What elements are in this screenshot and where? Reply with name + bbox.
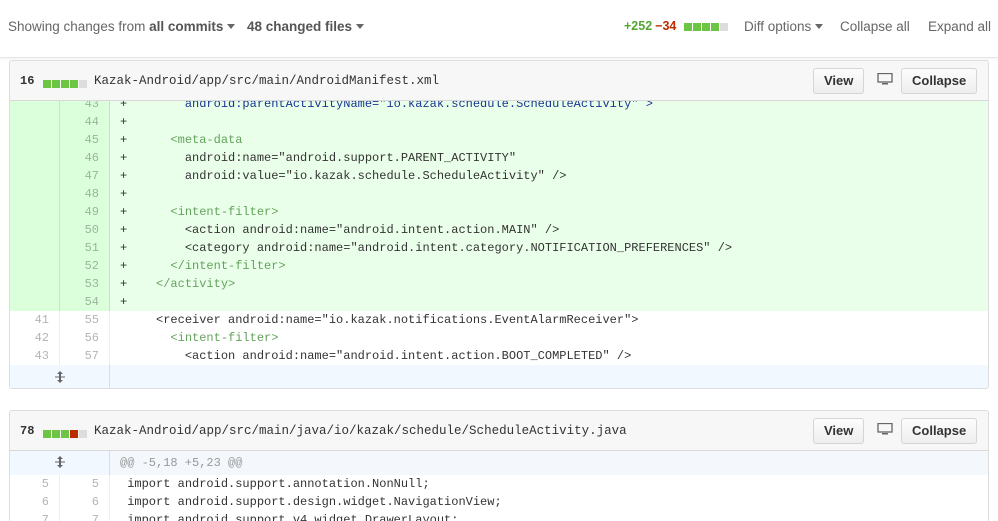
- file-diffstat-blocks: [43, 76, 88, 91]
- collapse-file-button[interactable]: Collapse: [901, 68, 978, 94]
- file-diffstat-blocks: [43, 426, 88, 441]
- diff-line: 66 import android.support.design.widget.…: [10, 493, 988, 511]
- changed-files-select[interactable]: 48 changed files: [247, 19, 365, 34]
- changed-files-label: 48 changed files: [247, 19, 353, 34]
- diff-line: 43 57 <action android:name="android.inten…: [10, 347, 988, 365]
- diff-line: 45 + <meta-data: [10, 131, 988, 149]
- diff-toolbar: Showing changes from all commits 48 chan…: [0, 0, 998, 58]
- file-header: 78 Kazak-Android/app/src/main/java/io/ka…: [10, 411, 988, 451]
- diff-line: 52 + </intent-filter>: [10, 257, 988, 275]
- diff-line: 44 +: [10, 113, 988, 131]
- additions-count: +252: [624, 19, 653, 33]
- hunk-header-row: @@ -5,18 +5,23 @@: [10, 451, 988, 475]
- expand-arrows-icon[interactable]: [10, 365, 110, 388]
- diff-line: 51 + <category android:name="android.inte…: [10, 239, 988, 257]
- collapse-file-button[interactable]: Collapse: [901, 418, 978, 444]
- commit-range-prefix: Showing changes from: [8, 19, 150, 34]
- deletions-count: −34: [655, 19, 677, 33]
- monitor-icon[interactable]: [877, 73, 893, 85]
- file-changes-count: 16: [20, 74, 35, 88]
- caret-down-icon: [227, 24, 236, 29]
- view-file-button[interactable]: View: [813, 68, 865, 94]
- file-header: 16 Kazak-Android/app/src/main/AndroidMan…: [10, 61, 988, 101]
- hunk-header: @@ -5,18 +5,23 @@: [110, 451, 988, 475]
- expand-context-row: [10, 365, 988, 388]
- file-path: Kazak-Android/app/src/main/java/io/kazak…: [94, 424, 627, 438]
- diff-stat: +252 −34: [624, 19, 729, 34]
- diff-line: 42 56 <intent-filter>: [10, 329, 988, 347]
- diff-line: 77 import android.support.v4.widget.Draw…: [10, 511, 988, 521]
- diff-line: 55 import android.support.annotation.Non…: [10, 475, 988, 493]
- diff-line: 47 + android:value="io.kazak.schedule.Sch…: [10, 167, 988, 185]
- diff-options-label: Diff options: [744, 19, 812, 34]
- caret-down-icon: [815, 24, 824, 29]
- diff-line: 49 + <intent-filter>: [10, 203, 988, 221]
- diff-table: 43 + android:parentActivityName="io.kazak…: [10, 95, 988, 388]
- view-file-button[interactable]: View: [813, 418, 865, 444]
- monitor-icon[interactable]: [877, 423, 893, 435]
- commit-range-value: all commits: [149, 19, 224, 34]
- commit-range-select[interactable]: Showing changes from all commits: [8, 19, 236, 34]
- file-diff-schedule-activity: 78 Kazak-Android/app/src/main/java/io/ka…: [9, 410, 989, 521]
- file-diff-manifest: 16 Kazak-Android/app/src/main/AndroidMan…: [9, 60, 989, 389]
- diff-line: 54 +: [10, 293, 988, 311]
- diff-line: 50 + <action android:name="android.intent…: [10, 221, 988, 239]
- collapse-all-button[interactable]: Collapse all: [840, 19, 910, 34]
- diff-line: 48 +: [10, 185, 988, 203]
- file-path: Kazak-Android/app/src/main/AndroidManife…: [94, 74, 440, 88]
- file-changes-count: 78: [20, 424, 35, 438]
- diff-line: 53 + </activity>: [10, 275, 988, 293]
- diff-line: 41 55 <receiver android:name="io.kazak.no…: [10, 311, 988, 329]
- expand-arrows-icon[interactable]: [10, 451, 110, 475]
- caret-down-icon: [356, 24, 365, 29]
- diffstat-blocks: [683, 20, 729, 34]
- expand-all-button[interactable]: Expand all: [928, 19, 991, 34]
- diff-line: 46 + android:name="android.support.PARENT…: [10, 149, 988, 167]
- diff-options-button[interactable]: Diff options: [744, 19, 824, 34]
